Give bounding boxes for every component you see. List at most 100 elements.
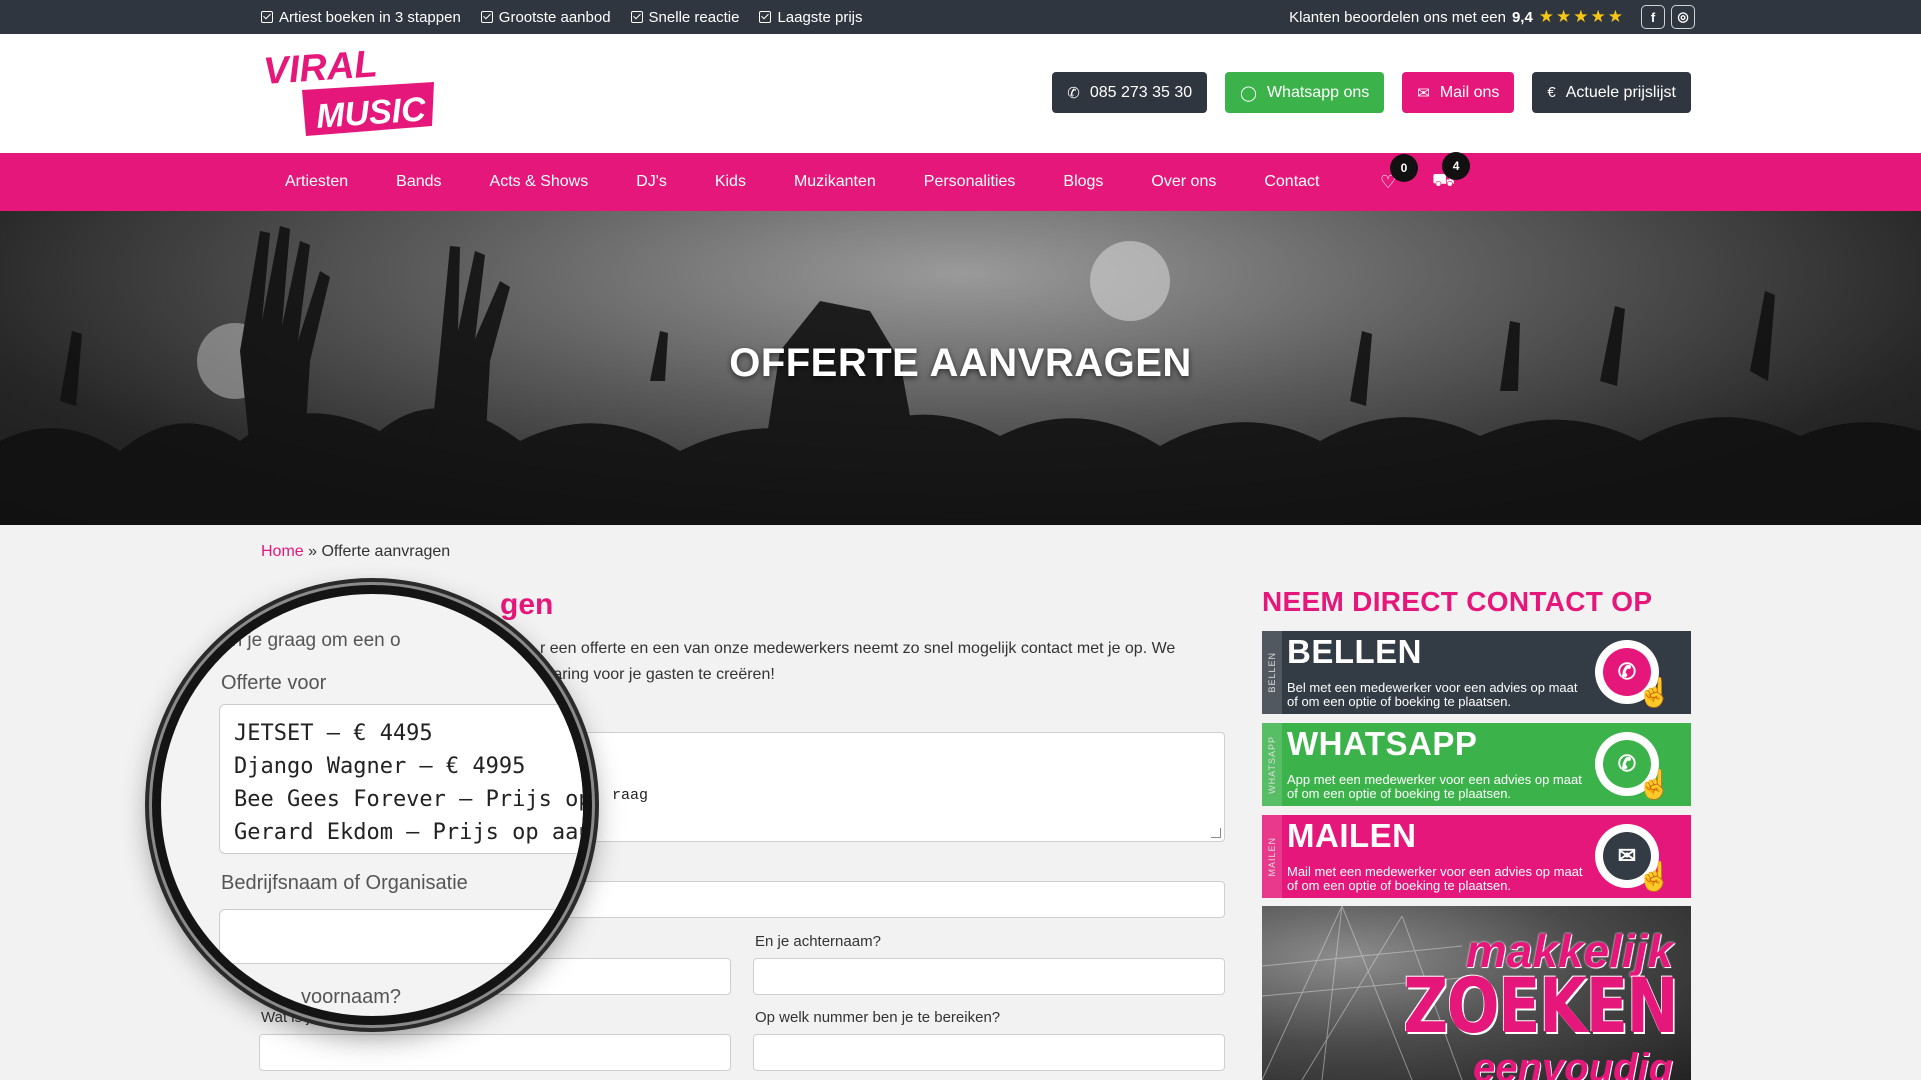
magnifier-lens: O en je graag om een o Offerte voor JETS… (152, 585, 592, 1025)
mail-label: Mail ons (1439, 83, 1500, 101)
pointer-hand-icon: ☝ (1637, 677, 1672, 708)
logo-text-music: MUSIC (315, 90, 427, 136)
offerte-label: Offerte voor (221, 672, 327, 694)
usp-label: Laagste prijs (777, 8, 863, 26)
usp-label: Grootste aanbod (498, 8, 611, 26)
pricelist-button[interactable]: € Actuele prijslijst (1532, 72, 1691, 113)
usp-label: Artiest boeken in 3 stappen (279, 8, 461, 26)
offerte-options-box[interactable]: JETSET – € 4495 Django Wagner – € 4995 B… (219, 704, 583, 854)
magnified-title: O (221, 590, 253, 634)
pointer-hand-icon: ☝ (1637, 769, 1672, 800)
instagram-icon[interactable]: ◎ (1671, 5, 1695, 29)
mail-button[interactable]: ✉ Mail ons (1402, 72, 1515, 113)
card-side-tab: BELLEN (1262, 631, 1282, 714)
usp-item: Artiest boeken in 3 stappen (261, 9, 461, 26)
rating-text: Klanten beoordelen ons met een (1289, 8, 1506, 26)
promo-line2: ZOEKEN (1403, 961, 1679, 1050)
checkbox-icon (261, 11, 273, 23)
nav-item-over-ons[interactable]: Over ons (1151, 173, 1216, 191)
wishlist-button[interactable]: ♡ 0 (1380, 153, 1418, 193)
nav-item-kids[interactable]: Kids (715, 173, 746, 191)
page-title: OFFERTE AANVRAGEN (729, 341, 1192, 385)
nav-list: Artiesten Bands Acts & Shows DJ's Kids M… (285, 153, 1367, 211)
card-side-label: MAILEN (1267, 836, 1277, 877)
whatsapp-label: Whatsapp ons (1266, 83, 1370, 101)
phone-icon: ✆ (1067, 84, 1080, 102)
card-desc: Bel met een medewerker voor een advies o… (1287, 680, 1578, 709)
nav-item-acts-shows[interactable]: Acts & Shows (490, 173, 589, 191)
whatsapp-icon: ◯ (1240, 84, 1257, 102)
viral-music-logo[interactable]: VIRAL MUSIC (262, 46, 437, 136)
promo-line3: eenvoudig (1472, 1046, 1673, 1080)
euro-icon: € (1547, 84, 1556, 101)
site-header: VIRAL MUSIC ✆ 085 273 35 30 ◯ Whatsapp ons… (0, 34, 1921, 153)
card-desc: App met een medewerker voor een advies o… (1287, 772, 1582, 801)
mail-card[interactable]: MAILEN MAILEN Mail met een medewerker vo… (1262, 815, 1691, 898)
search-promo-banner[interactable]: makkelijk ZOEKEN eenvoudig (1262, 906, 1691, 1080)
usp-item: Grootste aanbod (480, 8, 611, 26)
cart-button[interactable]: ⛟ 4 (1432, 152, 1471, 194)
firstname-label: voornaam? (301, 986, 402, 1008)
card-side-label: BELLEN (1267, 652, 1277, 693)
checkbox-icon (480, 11, 493, 23)
nav-item-personalities[interactable]: Personalities (924, 173, 1016, 191)
nav-item-blogs[interactable]: Blogs (1063, 173, 1103, 191)
nav-item-contact[interactable]: Contact (1264, 173, 1319, 191)
facebook-icon[interactable]: f (1641, 5, 1665, 29)
nav-icons: ♡ 0 ⛟ 4 (1380, 152, 1471, 211)
lastname-input[interactable] (753, 958, 1225, 995)
magnified-company-input[interactable] (219, 909, 583, 964)
call-card[interactable]: BELLEN BELLEN Bel met een medewerker voo… (1262, 631, 1691, 714)
logo-text-viral: VIRAL (262, 46, 379, 93)
phone-label: Op welk nummer ben je te bereiken? (755, 1009, 1001, 1026)
main-nav: Artiesten Bands Acts & Shows DJ's Kids M… (0, 152, 1921, 211)
phone-button[interactable]: ✆ 085 273 35 30 (1052, 72, 1208, 113)
checkbox-icon (759, 11, 772, 23)
breadcrumb: Home » Offerte aanvragen (261, 543, 450, 561)
star-icon: ★★★★★ (1538, 7, 1625, 26)
lastname-label: En je achternaam? (755, 933, 881, 950)
option-item: Gerard Ekdom – Prijs op aanvraag (234, 820, 592, 845)
breadcrumb-current: Offerte aanvragen (321, 543, 451, 560)
breadcrumb-home-link[interactable]: Home (261, 543, 304, 560)
company-label: Bedrijfsnaam of Organisatie (221, 872, 468, 894)
phone-input[interactable] (753, 1034, 1225, 1071)
resize-handle-icon[interactable] (1211, 828, 1221, 838)
breadcrumb-separator: » (303, 543, 322, 560)
card-side-label: WHATSAPP (1267, 735, 1277, 794)
nav-item-djs[interactable]: DJ's (636, 173, 667, 191)
rating-value: 9,4 (1511, 8, 1533, 26)
usp-list: Artiest boeken in 3 stappen Grootste aan… (261, 0, 863, 34)
card-title: BELLEN (1287, 633, 1422, 670)
nav-item-artiesten[interactable]: Artiesten (285, 173, 348, 191)
whatsapp-button[interactable]: ◯ Whatsapp ons (1225, 72, 1385, 113)
pricelist-label: Actuele prijslijst (1565, 83, 1676, 101)
card-desc: Mail met een medewerker voor een advies … (1287, 864, 1583, 893)
option-item: Django Wagner – € 4995 (234, 754, 526, 779)
header-buttons: ✆ 085 273 35 30 ◯ Whatsapp ons ✉ Mail ons €… (1052, 72, 1691, 113)
envelope-icon: ✉ (1417, 84, 1430, 102)
card-side-tab: WHATSAPP (1262, 723, 1282, 806)
usp-label: Snelle reactie (648, 8, 740, 26)
cart-count-badge: 4 (1442, 152, 1471, 180)
intro-text: r een offerte en een van onze medewerker… (540, 636, 1190, 688)
usp-item: Laagste prijs (759, 8, 863, 26)
usp-item: Snelle reactie (630, 8, 740, 26)
email-input[interactable] (259, 1034, 731, 1071)
magnified-intro: en je graag om een o (221, 630, 401, 651)
top-bar: Artiest boeken in 3 stappen Grootste aan… (0, 0, 1921, 34)
textarea-text: raag (612, 787, 649, 804)
nav-item-muzikanten[interactable]: Muzikanten (794, 173, 876, 191)
nav-item-bands[interactable]: Bands (396, 173, 441, 191)
option-item: JETSET – € 4495 (234, 721, 433, 746)
offerte-options: JETSET – € 4495 Django Wagner – € 4995 B… (220, 705, 592, 861)
option-item: Bee Gees Forever – Prijs op aanvraag (234, 787, 592, 812)
sidebar-title: NEEM DIRECT CONTACT OP (1262, 586, 1653, 617)
content-title: gen (500, 588, 553, 622)
whatsapp-card[interactable]: WHATSAPP WHATSAPP App met een medewerker… (1262, 723, 1691, 806)
intro-line: r een offerte en een van onze medewerker… (540, 640, 1176, 657)
pointer-hand-icon: ☝ (1637, 861, 1672, 892)
customer-rating: Klanten beoordelen ons met een 9,4 ★★★★★ … (1289, 0, 1695, 34)
card-side-tab: MAILEN (1262, 815, 1282, 898)
wishlist-count-badge: 0 (1390, 153, 1418, 182)
